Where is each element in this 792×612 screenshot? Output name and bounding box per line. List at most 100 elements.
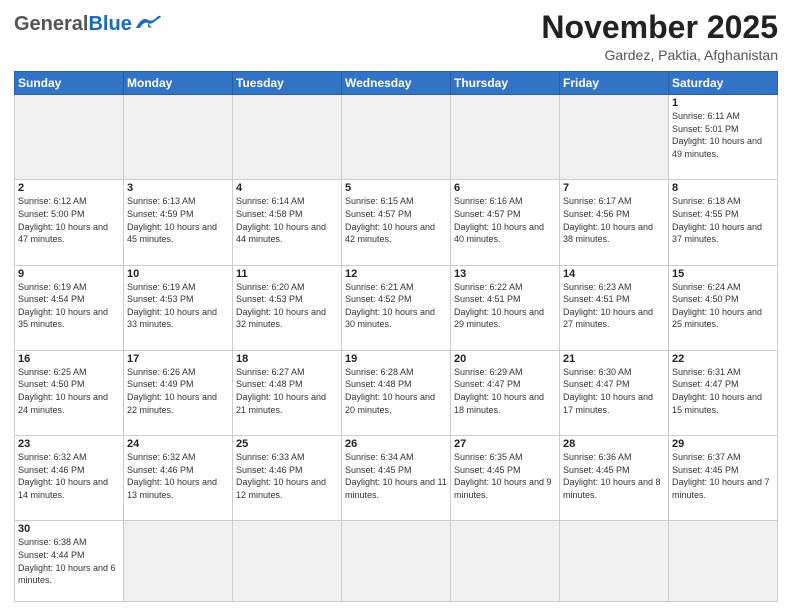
day-number: 22 (672, 353, 774, 365)
table-row: 14Sunrise: 6:23 AMSunset: 4:51 PMDayligh… (560, 265, 669, 350)
table-row: 1Sunrise: 6:11 AMSunset: 5:01 PMDaylight… (669, 95, 778, 180)
day-info: Sunrise: 6:27 AMSunset: 4:48 PMDaylight:… (236, 366, 338, 416)
day-info: Sunrise: 6:18 AMSunset: 4:55 PMDaylight:… (672, 195, 774, 245)
day-number: 14 (563, 268, 665, 280)
day-number: 28 (563, 438, 665, 450)
table-row (342, 521, 451, 602)
day-number: 29 (672, 438, 774, 450)
day-number: 8 (672, 182, 774, 194)
table-row: 30Sunrise: 6:38 AMSunset: 4:44 PMDayligh… (15, 521, 124, 602)
table-row: 5Sunrise: 6:15 AMSunset: 4:57 PMDaylight… (342, 180, 451, 265)
day-info: Sunrise: 6:19 AMSunset: 4:53 PMDaylight:… (127, 281, 229, 331)
day-info: Sunrise: 6:31 AMSunset: 4:47 PMDaylight:… (672, 366, 774, 416)
title-section: November 2025 Gardez, Paktia, Afghanista… (541, 10, 778, 63)
col-friday: Friday (560, 72, 669, 95)
day-number: 27 (454, 438, 556, 450)
table-row: 4Sunrise: 6:14 AMSunset: 4:58 PMDaylight… (233, 180, 342, 265)
day-info: Sunrise: 6:24 AMSunset: 4:50 PMDaylight:… (672, 281, 774, 331)
table-row (560, 95, 669, 180)
day-info: Sunrise: 6:26 AMSunset: 4:49 PMDaylight:… (127, 366, 229, 416)
day-info: Sunrise: 6:23 AMSunset: 4:51 PMDaylight:… (563, 281, 665, 331)
day-number: 12 (345, 268, 447, 280)
day-number: 10 (127, 268, 229, 280)
table-row: 28Sunrise: 6:36 AMSunset: 4:45 PMDayligh… (560, 436, 669, 521)
day-info: Sunrise: 6:36 AMSunset: 4:45 PMDaylight:… (563, 451, 665, 501)
location: Gardez, Paktia, Afghanistan (541, 47, 778, 63)
day-number: 7 (563, 182, 665, 194)
day-number: 20 (454, 353, 556, 365)
day-number: 1 (672, 97, 774, 109)
table-row: 9Sunrise: 6:19 AMSunset: 4:54 PMDaylight… (15, 265, 124, 350)
day-number: 9 (18, 268, 120, 280)
day-info: Sunrise: 6:21 AMSunset: 4:52 PMDaylight:… (345, 281, 447, 331)
day-info: Sunrise: 6:19 AMSunset: 4:54 PMDaylight:… (18, 281, 120, 331)
day-info: Sunrise: 6:34 AMSunset: 4:45 PMDaylight:… (345, 451, 447, 501)
day-info: Sunrise: 6:15 AMSunset: 4:57 PMDaylight:… (345, 195, 447, 245)
table-row (124, 95, 233, 180)
table-row (124, 521, 233, 602)
col-wednesday: Wednesday (342, 72, 451, 95)
day-info: Sunrise: 6:13 AMSunset: 4:59 PMDaylight:… (127, 195, 229, 245)
calendar-week-row: 1Sunrise: 6:11 AMSunset: 5:01 PMDaylight… (15, 95, 778, 180)
day-number: 26 (345, 438, 447, 450)
table-row (560, 521, 669, 602)
col-monday: Monday (124, 72, 233, 95)
day-info: Sunrise: 6:20 AMSunset: 4:53 PMDaylight:… (236, 281, 338, 331)
table-row: 26Sunrise: 6:34 AMSunset: 4:45 PMDayligh… (342, 436, 451, 521)
day-info: Sunrise: 6:14 AMSunset: 4:58 PMDaylight:… (236, 195, 338, 245)
day-info: Sunrise: 6:30 AMSunset: 4:47 PMDaylight:… (563, 366, 665, 416)
table-row: 6Sunrise: 6:16 AMSunset: 4:57 PMDaylight… (451, 180, 560, 265)
table-row: 8Sunrise: 6:18 AMSunset: 4:55 PMDaylight… (669, 180, 778, 265)
table-row: 3Sunrise: 6:13 AMSunset: 4:59 PMDaylight… (124, 180, 233, 265)
day-info: Sunrise: 6:32 AMSunset: 4:46 PMDaylight:… (18, 451, 120, 501)
col-thursday: Thursday (451, 72, 560, 95)
day-info: Sunrise: 6:16 AMSunset: 4:57 PMDaylight:… (454, 195, 556, 245)
table-row (233, 521, 342, 602)
day-number: 24 (127, 438, 229, 450)
table-row (451, 95, 560, 180)
day-number: 2 (18, 182, 120, 194)
table-row: 17Sunrise: 6:26 AMSunset: 4:49 PMDayligh… (124, 350, 233, 435)
calendar-week-row: 23Sunrise: 6:32 AMSunset: 4:46 PMDayligh… (15, 436, 778, 521)
day-info: Sunrise: 6:17 AMSunset: 4:56 PMDaylight:… (563, 195, 665, 245)
day-number: 21 (563, 353, 665, 365)
calendar-table: Sunday Monday Tuesday Wednesday Thursday… (14, 71, 778, 602)
table-row: 19Sunrise: 6:28 AMSunset: 4:48 PMDayligh… (342, 350, 451, 435)
day-info: Sunrise: 6:32 AMSunset: 4:46 PMDaylight:… (127, 451, 229, 501)
table-row: 15Sunrise: 6:24 AMSunset: 4:50 PMDayligh… (669, 265, 778, 350)
table-row (233, 95, 342, 180)
day-number: 3 (127, 182, 229, 194)
calendar-header-row: Sunday Monday Tuesday Wednesday Thursday… (15, 72, 778, 95)
table-row: 20Sunrise: 6:29 AMSunset: 4:47 PMDayligh… (451, 350, 560, 435)
col-saturday: Saturday (669, 72, 778, 95)
table-row: 16Sunrise: 6:25 AMSunset: 4:50 PMDayligh… (15, 350, 124, 435)
table-row: 29Sunrise: 6:37 AMSunset: 4:45 PMDayligh… (669, 436, 778, 521)
day-number: 25 (236, 438, 338, 450)
logo-text: GeneralBlue (14, 14, 132, 34)
calendar-week-row: 2Sunrise: 6:12 AMSunset: 5:00 PMDaylight… (15, 180, 778, 265)
day-info: Sunrise: 6:25 AMSunset: 4:50 PMDaylight:… (18, 366, 120, 416)
day-info: Sunrise: 6:22 AMSunset: 4:51 PMDaylight:… (454, 281, 556, 331)
month-title: November 2025 (541, 10, 778, 45)
day-info: Sunrise: 6:12 AMSunset: 5:00 PMDaylight:… (18, 195, 120, 245)
table-row (342, 95, 451, 180)
day-number: 16 (18, 353, 120, 365)
logo-bird-icon (134, 14, 162, 32)
logo-general: General (14, 14, 88, 34)
calendar-week-row: 9Sunrise: 6:19 AMSunset: 4:54 PMDaylight… (15, 265, 778, 350)
logo-blue: Blue (88, 14, 131, 34)
table-row: 21Sunrise: 6:30 AMSunset: 4:47 PMDayligh… (560, 350, 669, 435)
table-row: 18Sunrise: 6:27 AMSunset: 4:48 PMDayligh… (233, 350, 342, 435)
table-row: 10Sunrise: 6:19 AMSunset: 4:53 PMDayligh… (124, 265, 233, 350)
day-number: 17 (127, 353, 229, 365)
day-info: Sunrise: 6:33 AMSunset: 4:46 PMDaylight:… (236, 451, 338, 501)
day-number: 13 (454, 268, 556, 280)
day-info: Sunrise: 6:35 AMSunset: 4:45 PMDaylight:… (454, 451, 556, 501)
day-number: 5 (345, 182, 447, 194)
day-number: 30 (18, 523, 120, 535)
table-row: 23Sunrise: 6:32 AMSunset: 4:46 PMDayligh… (15, 436, 124, 521)
table-row: 25Sunrise: 6:33 AMSunset: 4:46 PMDayligh… (233, 436, 342, 521)
table-row: 7Sunrise: 6:17 AMSunset: 4:56 PMDaylight… (560, 180, 669, 265)
table-row: 24Sunrise: 6:32 AMSunset: 4:46 PMDayligh… (124, 436, 233, 521)
day-number: 6 (454, 182, 556, 194)
